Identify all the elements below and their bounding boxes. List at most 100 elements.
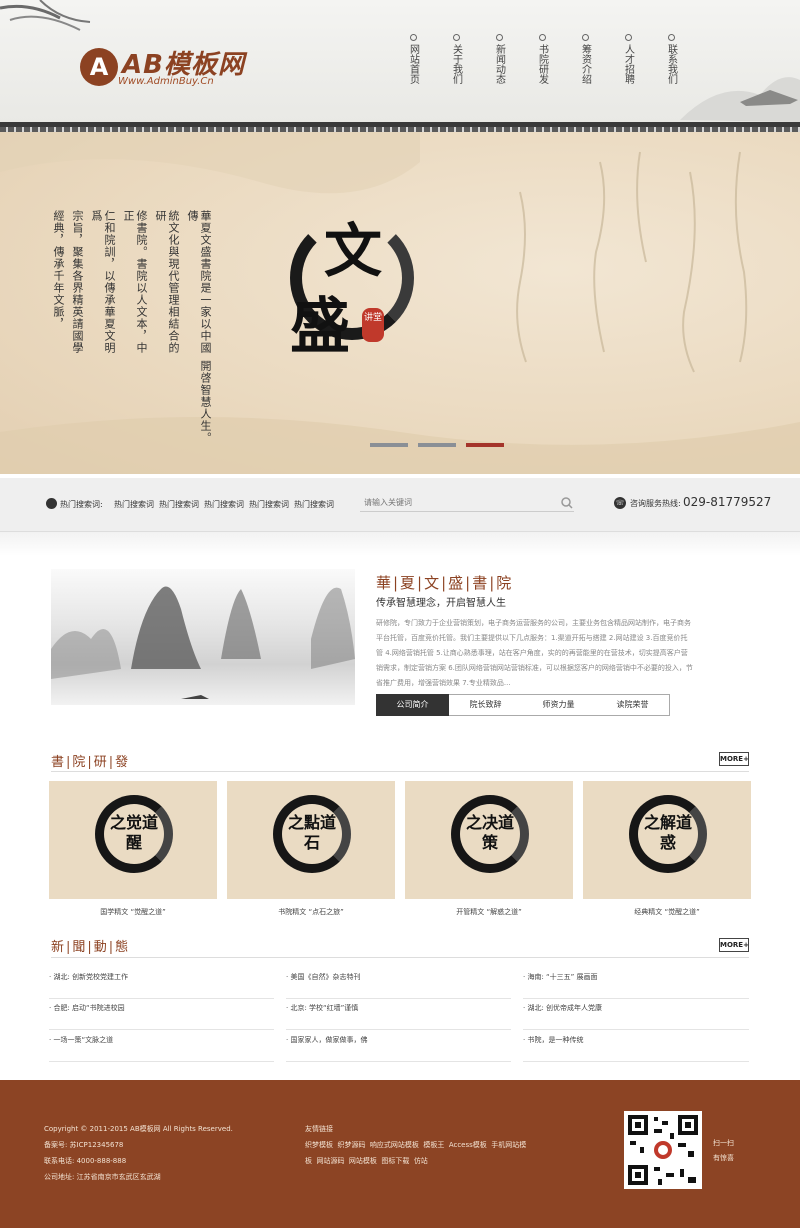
banner-text-column: 宗旨，聚集各界精英請國學 [71,210,84,354]
hot-words-label: 热门搜索词: [60,500,103,509]
research-card[interactable]: 之觉道醒 [49,781,217,899]
card-ink-text: 之觉道醒 [109,813,158,852]
banner-dot-3-active[interactable] [466,443,504,447]
friend-link[interactable]: 网站模板 [349,1157,377,1165]
news-item-title: 海南: “十三五” 展画面 [527,973,598,981]
news-item-title: 湖北: 创优帝成年人党康 [527,1004,603,1012]
nav-label: 书院研发 [536,44,548,84]
news-item[interactable]: · 湖北: 创优帝成年人党康 [523,998,749,1030]
research-card[interactable]: 之决道策 [405,781,573,899]
nav-dot-icon [667,34,675,41]
nav-news[interactable]: 新闻动态 [492,34,506,84]
news-item[interactable]: · 合肥: 启动“书院进校园 [49,998,274,1030]
friend-link[interactable]: 响应式网站模板 [370,1141,419,1149]
friend-link[interactable]: 手机网站模 [491,1141,526,1149]
hot-word-link[interactable]: 热门搜索词 [159,499,199,510]
news-item-title: 北京: 学校“红墙”谨慎 [290,1004,359,1012]
nav-label: 筹资介绍 [579,44,591,84]
section-divider [51,957,749,958]
search-input[interactable] [360,494,574,512]
research-more-button[interactable]: MORE+ [719,752,749,766]
ink-drop-icon [46,498,57,509]
nav-label: 联系我们 [665,44,677,84]
phone-icon: ☏ [614,497,626,509]
hot-word-link[interactable]: 热门搜索词 [204,499,244,510]
card-caption[interactable]: 国学精文 “觉醒之道” [49,907,217,917]
nav-home[interactable]: 网站首页 [406,34,420,84]
nav-jobs[interactable]: 人才招聘 [621,34,635,84]
card-caption[interactable]: 开管精文 “解惑之道” [405,907,573,917]
card-ink-text: 之點道石 [287,813,336,852]
intro-body: 研修院，专门致力于企业营销策划，电子商务运营服务的公司，主要业务包含精品网站制作… [376,619,693,687]
news-section-title: 新|聞|動|態 [51,940,131,955]
phone-number: 029-81779527 [683,495,772,509]
news-more-button[interactable]: MORE+ [719,938,749,952]
news-item[interactable]: · 国家家人，做家做事，佛 [286,1030,511,1062]
footer-links-row: 织梦模板 织梦源码 响应式网站模板 模板王 Access模板 手机网站模 [305,1140,526,1150]
card-ink-text: 之决道策 [465,813,514,852]
qr-code [624,1111,702,1189]
friend-link[interactable]: 模板王 [423,1141,444,1149]
search-icon[interactable] [561,497,573,509]
banner-dot-2[interactable] [418,443,456,447]
research-card[interactable]: 之解道惑 [583,781,751,899]
nav-research[interactable]: 书院研发 [535,34,549,84]
news-item[interactable]: · 海南: “十三五” 展画面 [523,967,749,999]
card-caption[interactable]: 经典精文 “觉醒之道” [583,907,751,917]
news-item-title: 湖北: 创新党校党建工作 [53,973,129,981]
nav-dot-icon [409,34,417,41]
research-section-title: 書|院|研|發 [51,755,131,770]
tab-company-intro[interactable]: 公司简介 [376,694,449,716]
banner-ink-logo: 文 盛 讲堂 [282,208,422,362]
ink-char-sheng: 盛 [290,292,350,362]
nav-dot-icon [452,34,460,41]
friend-link[interactable]: 图标下载 [381,1157,409,1165]
banner-text-column: 仁和院訓，以傳承華夏文明爲 [90,210,116,354]
nav-funding[interactable]: 筹资介绍 [578,34,592,84]
banner-text-column: 華夏文盛書院是一家以中國傳 [186,210,212,354]
hot-word-link[interactable]: 热门搜索词 [114,499,154,510]
friend-link[interactable]: 板 [305,1157,312,1165]
friend-link[interactable]: 织梦模板 [305,1141,333,1149]
tab-faculty[interactable]: 师资力量 [522,694,595,716]
nav-label: 人才招聘 [622,44,634,84]
footer-icp: 备案号: 苏ICP12345678 [44,1141,124,1149]
nav-dot-icon [581,34,589,41]
nav-dot-icon [538,34,546,41]
intro-title: 華|夏|文|盛|書|院 [376,574,514,592]
news-item-title: 合肥: 启动“书院进校园 [53,1004,125,1012]
tab-president-speech[interactable]: 院长致辞 [449,694,522,716]
news-item[interactable]: · 一场一策“文脉之道 [49,1030,274,1062]
intro-landscape-image [51,569,355,705]
card-caption[interactable]: 书院精文 “点石之旅” [227,907,395,917]
nav-label: 关于我们 [450,44,462,84]
friend-link[interactable]: 仿站 [414,1157,428,1165]
news-item[interactable]: · 书院，是一种传统 [523,1030,749,1062]
nav-contact[interactable]: 联系我们 [664,34,678,84]
friend-link[interactable]: Access模板 [449,1141,487,1149]
banner-vertical-text: 華夏文盛書院是一家以中國傳 統文化與現代管理相結合的研 修書院。書院以人文本，中… [42,210,212,444]
hot-word-link[interactable]: 热门搜索词 [249,499,289,510]
logo-icon[interactable]: A [80,48,118,86]
section-divider [51,771,749,772]
footer-copyright: Copyright © 2011-2015 AB模板网 All Rights R… [44,1125,233,1133]
footer-links-row: 板 网站源码 网站模板 图标下载 仿站 [305,1156,428,1166]
news-item[interactable]: · 美国《自然》杂志特刊 [286,967,511,999]
news-item[interactable]: · 湖北: 创新党校党建工作 [49,967,274,999]
tab-honors[interactable]: 读院荣誉 [596,694,669,716]
footer-address: 公司地址: 江苏省南京市玄武区玄武湖 [44,1173,161,1181]
cloud-divider [0,532,800,556]
banner-dot-1[interactable] [370,443,408,447]
nav-dot-icon [495,34,503,41]
ink-char-wen: 文 [324,217,383,285]
nav-about[interactable]: 关于我们 [449,34,463,84]
news-item[interactable]: · 北京: 学校“红墙”谨慎 [286,998,511,1030]
banner-text-column: 統文化與現代管理相結合的研 [154,210,180,354]
friend-link[interactable]: 织梦源码 [337,1141,365,1149]
news-item-title: 国家家人，做家做事，佛 [290,1036,368,1044]
news-item-title: 美国《自然》杂志特刊 [290,973,361,981]
friend-link[interactable]: 网站源码 [316,1157,344,1165]
hot-word-link[interactable]: 热门搜索词 [294,499,334,510]
research-card[interactable]: 之點道石 [227,781,395,899]
footer-links-title: 友情链接 [305,1125,333,1133]
